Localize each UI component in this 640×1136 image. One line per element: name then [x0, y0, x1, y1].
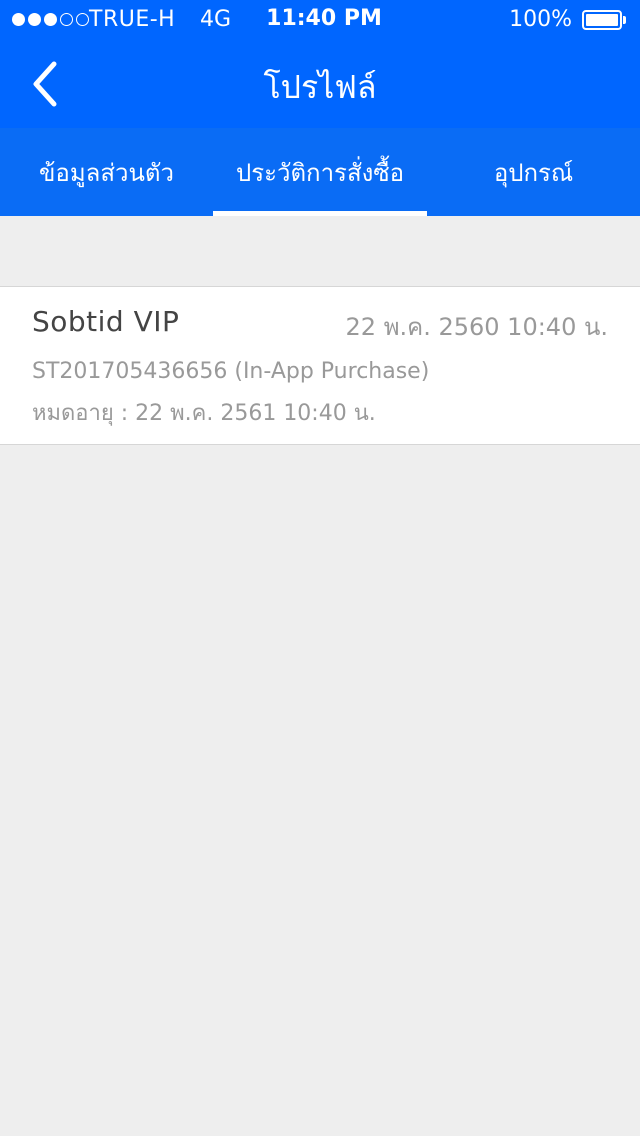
tab-purchase-history[interactable]: ประวัติการสั่งซื้อ — [213, 128, 427, 216]
battery-percent: 100% — [509, 7, 572, 32]
page-title: โปรไฟล์ — [263, 68, 377, 106]
tab-label: ข้อมูลส่วนตัว — [39, 158, 174, 187]
purchase-order-id: ST201705436656 (In-App Purchase) — [32, 359, 430, 384]
tab-label: ประวัติการสั่งซื้อ — [235, 158, 405, 187]
selected-tab-indicator — [213, 211, 427, 216]
purchase-date: 22 พ.ค. 2560 10:40 น. — [345, 313, 608, 341]
purchase-expiry: หมดอายุ : 22 พ.ค. 2561 10:40 น. — [32, 401, 376, 426]
profile-tabs: ข้อมูลส่วนตัว ประวัติการสั่งซื้อ อุปกรณ์ — [0, 128, 640, 216]
status-bar: TRUE-H 4G 11:40 PM 100% — [0, 0, 640, 40]
battery-icon — [582, 10, 628, 30]
purchase-product-name: Sobtid VIP — [32, 305, 180, 338]
tab-devices[interactable]: อุปกรณ์ — [427, 128, 640, 216]
navigation-bar: โปรไฟล์ — [0, 40, 640, 128]
app-header: TRUE-H 4G 11:40 PM 100% โปรไฟล์ — [0, 0, 640, 128]
tab-personal-info[interactable]: ข้อมูลส่วนตัว — [0, 128, 213, 216]
purchase-list-item[interactable]: Sobtid VIP 22 พ.ค. 2560 10:40 น. ST20170… — [0, 286, 640, 445]
tab-label: อุปกรณ์ — [493, 158, 574, 187]
